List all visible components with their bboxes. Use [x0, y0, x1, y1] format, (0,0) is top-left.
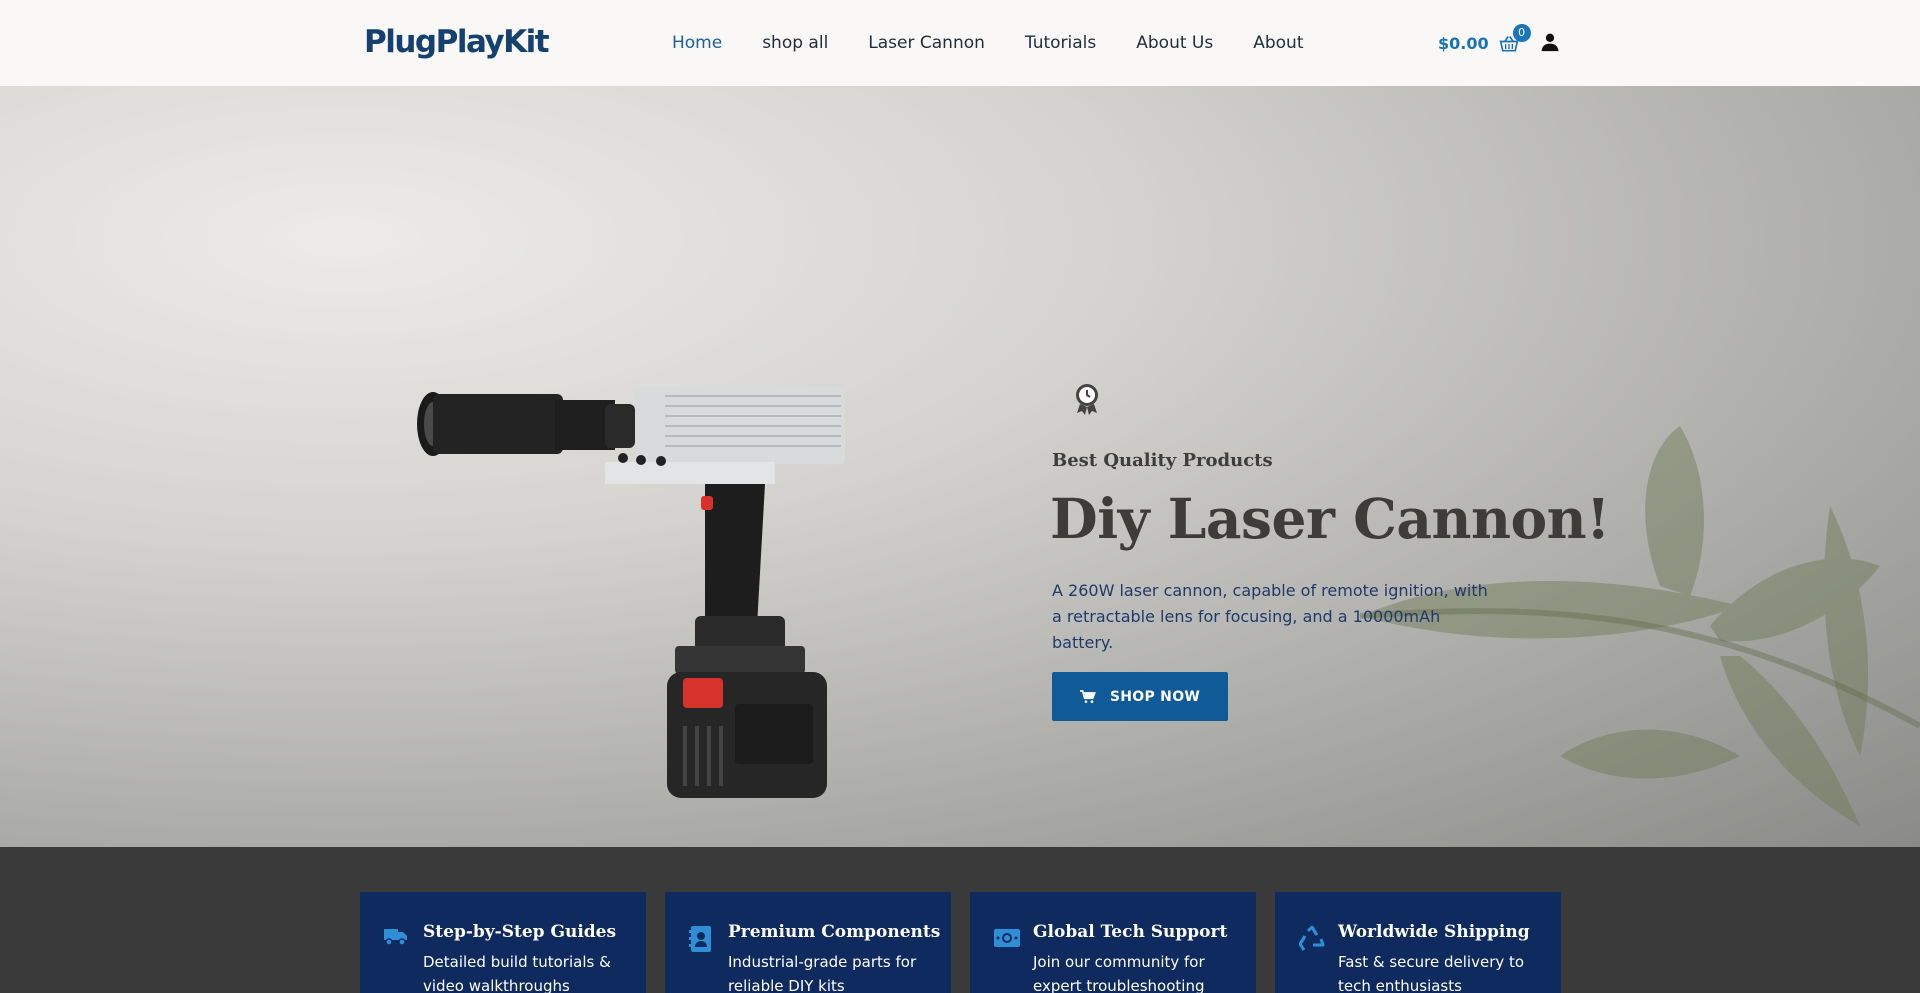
- cart-widget[interactable]: $0.00 0: [1438, 24, 1531, 56]
- features-section: Step-by-Step Guides Detailed build tutor…: [0, 847, 1920, 993]
- site-logo[interactable]: Plug PlayKit: [364, 22, 550, 62]
- contact-book-icon: [689, 926, 713, 952]
- money-icon: [994, 926, 1020, 950]
- hero-description: A 260W laser cannon, capable of remote i…: [1052, 581, 1488, 652]
- feature-title: Premium Components: [728, 922, 941, 942]
- feature-card-support: Global Tech Support Join our community f…: [970, 892, 1256, 993]
- feature-title: Worldwide Shipping: [1338, 922, 1530, 942]
- feature-title: Global Tech Support: [1033, 922, 1228, 942]
- feature-card-components: Premium Components Industrial-grade part…: [665, 892, 951, 993]
- user-icon[interactable]: [1540, 32, 1562, 54]
- truck-icon: [384, 926, 408, 950]
- main-nav: Home shop all Laser Cannon Tutorials Abo…: [652, 30, 1324, 56]
- feature-text: Detailed build tutorials & video walkthr…: [423, 953, 611, 993]
- feature-text: Fast & secure delivery to tech enthusias…: [1338, 953, 1525, 993]
- logo-text-plug: Plug: [364, 24, 437, 60]
- cart-icon: [1079, 689, 1096, 703]
- hero-title: Diy Laser Cannon!: [1050, 486, 1610, 551]
- cart-count-badge: 0: [1512, 24, 1531, 42]
- shop-now-label: SHOP NOW: [1109, 688, 1201, 705]
- nav-laser-cannon[interactable]: Laser Cannon: [848, 30, 1005, 56]
- cart-total: $0.00: [1438, 33, 1489, 53]
- award-badge-icon: [1072, 382, 1104, 416]
- logo-text-playkit: PlayKit: [435, 24, 550, 60]
- feature-card-shipping: Worldwide Shipping Fast & secure deliver…: [1275, 892, 1561, 993]
- feature-text: Join our community for expert troublesho…: [1033, 953, 1205, 993]
- basket-icon: 0: [1499, 24, 1531, 54]
- recycle-icon: [1298, 925, 1325, 951]
- nav-about[interactable]: About: [1233, 30, 1323, 56]
- nav-about-us[interactable]: About Us: [1116, 30, 1233, 56]
- feature-title: Step-by-Step Guides: [423, 922, 617, 942]
- laser-cannon-product-image: [417, 386, 845, 798]
- nav-shop-all[interactable]: shop all: [742, 30, 848, 56]
- feature-card-guides: Step-by-Step Guides Detailed build tutor…: [360, 892, 646, 993]
- shop-now-button[interactable]: SHOP NOW: [1052, 672, 1228, 721]
- feature-text: Industrial-grade parts for reliable DIY …: [728, 953, 917, 993]
- hero-eyebrow: Best Quality Products: [1052, 450, 1273, 471]
- nav-tutorials[interactable]: Tutorials: [1005, 30, 1116, 56]
- site-header: Plug PlayKit Home shop all Laser Cannon …: [0, 0, 1920, 86]
- nav-home[interactable]: Home: [652, 30, 742, 56]
- hero-section: Best Quality Products Diy Laser Cannon! …: [0, 86, 1920, 847]
